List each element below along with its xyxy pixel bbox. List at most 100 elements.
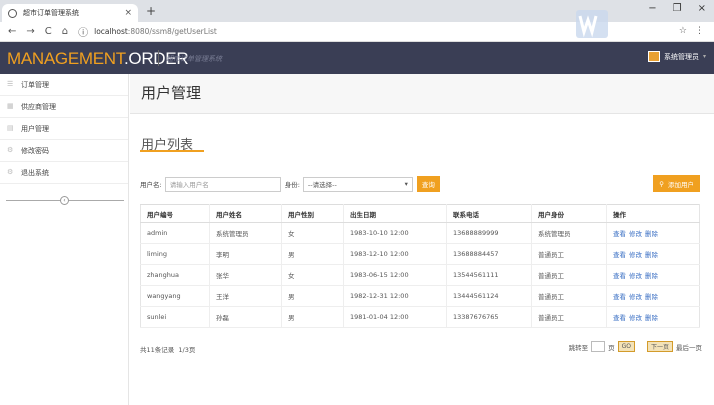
jump-label: 跳转至 [568, 343, 589, 352]
cell-birthdate: 1982-12-31 12:00 [343, 285, 447, 307]
delete-link[interactable]: 删除 [645, 314, 658, 322]
view-link[interactable]: 查看 [613, 314, 626, 322]
username-input[interactable]: 请输入用户名 [164, 176, 281, 192]
table-header-row: 用户编号 用户姓名 用户性别 出生日期 联系电话 用户身份 操作 [140, 204, 700, 223]
sidebar-item-orders[interactable]: ☰ 订单管理 [0, 74, 128, 96]
forward-icon[interactable]: → [26, 26, 34, 37]
add-user-button[interactable]: ⚲ 添加用户 [653, 175, 700, 192]
back-icon[interactable]: ← [8, 26, 16, 37]
url-field[interactable]: localhost:8080/ssm8/getUserList [94, 27, 217, 36]
user-name: 系统管理员 [663, 52, 699, 61]
view-link[interactable]: 查看 [613, 293, 626, 301]
url-path: :8080/ssm8/getUserList [127, 27, 217, 36]
home-icon[interactable]: ⌂ [62, 26, 68, 37]
address-bar-actions: ☆ ⋮ [679, 26, 704, 36]
col-header: 用户身份 [531, 204, 607, 223]
tab-title: 超市订单管理系统 [23, 9, 79, 17]
cell-userid: sunlei [140, 306, 210, 328]
sidebar-item-password[interactable]: ⚙ 修改密码 [0, 140, 128, 162]
col-header: 操作 [606, 204, 700, 223]
cell-userid: wangyang [140, 285, 210, 307]
avatar [647, 51, 660, 62]
table-row: zhanghua 张华 女 1983-06-15 12:00 135445611… [140, 264, 700, 286]
menu-icon[interactable]: ⋮ [695, 26, 704, 36]
list-icon: ☰ [7, 80, 14, 88]
edit-link[interactable]: 修改 [629, 314, 642, 322]
page-jump-input[interactable] [591, 341, 606, 352]
go-button[interactable]: GO [617, 341, 635, 352]
delete-link[interactable]: 删除 [645, 272, 658, 280]
view-link[interactable]: 查看 [613, 251, 626, 259]
edit-link[interactable]: 修改 [629, 293, 642, 301]
app-header: MANAGEMENT.ORDER 超市订单管理系统 系统管理员 ▾ [0, 42, 714, 74]
table-icon: ▤ [7, 124, 14, 132]
edit-link[interactable]: 修改 [629, 251, 642, 259]
cell-actions: 查看 修改 删除 [606, 306, 700, 328]
new-tab-icon[interactable]: + [146, 4, 156, 18]
last-page-link[interactable]: 最后一页 [676, 342, 702, 352]
gear-icon: ⚙ [7, 146, 14, 154]
col-header: 用户性别 [281, 204, 344, 223]
cell-birthdate: 1983-10-10 12:00 [343, 222, 447, 244]
logo-text-a: MANAGEMENT [7, 49, 124, 68]
edit-link[interactable]: 修改 [629, 272, 642, 280]
cell-role: 系统管理员 [531, 222, 607, 244]
cell-role: 普通员工 [531, 264, 607, 286]
query-button[interactable]: 查询 [416, 176, 440, 192]
page-header: 用户管理 [130, 74, 714, 114]
filter-bar: 用户名: 请输入用户名 身份: --请选择-- ▾ 查询 [140, 176, 440, 192]
add-user-label: 添加用户 [668, 180, 694, 189]
cell-phone: 13444561124 [446, 285, 532, 307]
window-close-icon[interactable]: × [698, 3, 706, 14]
view-link[interactable]: 查看 [613, 230, 626, 238]
cell-birthdate: 1981-01-04 12:00 [343, 306, 447, 328]
role-label: 身份: [284, 181, 300, 189]
cell-gender: 男 [281, 306, 344, 328]
cell-userid: zhanghua [140, 264, 210, 286]
sidebar-item-logout[interactable]: ⚙ 退出系统 [0, 162, 128, 184]
cell-gender: 男 [281, 285, 344, 307]
sidebar-collapse-bar: ‹ [6, 196, 124, 205]
browser-tab[interactable]: 超市订单管理系统 × [2, 4, 138, 22]
header-divider [158, 50, 159, 66]
cell-username: 系统管理员 [209, 222, 282, 244]
watermark-logo-icon [576, 10, 608, 38]
cell-birthdate: 1983-12-10 12:00 [343, 243, 447, 265]
sidebar-item-label: 退出系统 [21, 168, 49, 177]
col-header: 用户编号 [140, 204, 210, 223]
col-header: 联系电话 [446, 204, 532, 223]
edit-link[interactable]: 修改 [629, 230, 642, 238]
user-table: 用户编号 用户姓名 用户性别 出生日期 联系电话 用户身份 操作 admin 系… [140, 204, 700, 328]
cell-role: 普通员工 [531, 243, 607, 265]
sidebar-item-users[interactable]: ▤ 用户管理 [0, 118, 128, 140]
username-label: 用户名: [140, 181, 162, 189]
table-row: admin 系统管理员 女 1983-10-10 12:00 136888899… [140, 222, 700, 244]
reload-icon[interactable]: C [45, 26, 52, 37]
cell-actions: 查看 修改 删除 [606, 285, 700, 307]
star-icon[interactable]: ☆ [679, 26, 687, 36]
role-select[interactable]: --请选择-- ▾ [302, 176, 413, 192]
next-page-button[interactable]: 下一页 [646, 341, 673, 352]
sidebar-item-label: 修改密码 [21, 146, 49, 155]
role-selected: --请选择-- [307, 181, 337, 189]
user-menu[interactable]: 系统管理员 ▾ [647, 51, 706, 62]
sidebar-item-label: 供应商管理 [21, 102, 56, 111]
username-placeholder: 请输入用户名 [169, 181, 209, 189]
close-tab-icon[interactable]: × [124, 8, 132, 18]
sidebar: ☰ 订单管理 ▦ 供应商管理 ▤ 用户管理 ⚙ 修改密码 ⚙ 退出系统 ‹ [0, 74, 129, 405]
col-header: 出生日期 [343, 204, 447, 223]
delete-link[interactable]: 删除 [645, 230, 658, 238]
collapse-chevron-icon[interactable]: ‹ [60, 196, 69, 205]
table-row: sunlei 孙磊 男 1981-01-04 12:00 13387676765… [140, 306, 700, 328]
view-link[interactable]: 查看 [613, 272, 626, 280]
cell-actions: 查看 修改 删除 [606, 222, 700, 244]
sidebar-item-suppliers[interactable]: ▦ 供应商管理 [0, 96, 128, 118]
link-icon: ⚲ [659, 179, 664, 188]
record-count: 共11条记录 [140, 346, 175, 354]
info-icon[interactable]: ⓘ [78, 24, 88, 39]
cell-phone: 13544561111 [446, 264, 532, 286]
cell-gender: 女 [281, 222, 344, 244]
cell-username: 孙磊 [209, 306, 282, 328]
delete-link[interactable]: 删除 [645, 293, 658, 301]
delete-link[interactable]: 删除 [645, 251, 658, 259]
